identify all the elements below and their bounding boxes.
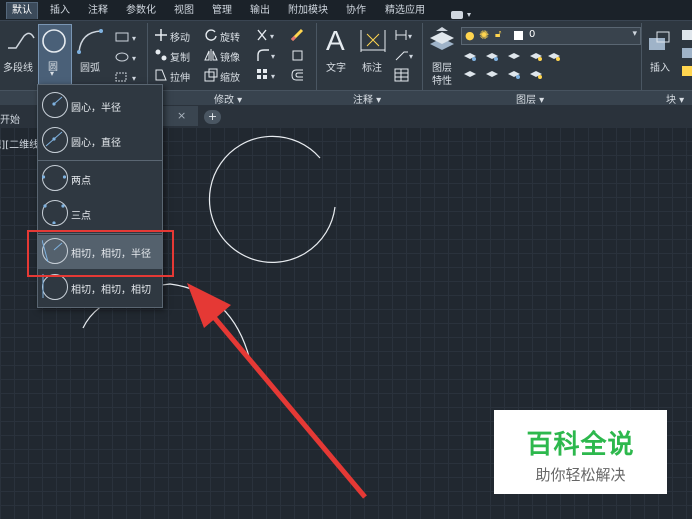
menu-item-three-point[interactable]: 三点 [38, 197, 162, 231]
circle-2point-icon [42, 165, 68, 191]
menu-item-label: 三点 [71, 211, 91, 222]
menu-item-center-radius[interactable]: 圆心，半径 [38, 89, 162, 123]
watermark-logo: 百科全说 助你轻松解决 [494, 410, 667, 494]
circle-3point-icon [42, 200, 68, 226]
menu-item-label: 相切，相切，相切 [71, 285, 151, 296]
menu-divider [38, 160, 162, 161]
circle-center-radius-icon [42, 92, 68, 118]
menu-item-label: 圆心，半径 [71, 103, 121, 114]
circle-center-diameter-icon [42, 127, 68, 153]
menu-item-two-point[interactable]: 两点 [38, 162, 162, 196]
menu-item-label: 两点 [71, 176, 91, 187]
menu-item-center-diameter[interactable]: 圆心，直径 [38, 124, 162, 158]
menu-item-label: 圆心，直径 [71, 138, 121, 149]
watermark-title: 百科全说 [526, 430, 635, 460]
circle-ttt-icon [42, 274, 68, 300]
red-highlight-box [27, 230, 174, 277]
watermark-subtitle: 助你轻松解决 [535, 466, 626, 484]
